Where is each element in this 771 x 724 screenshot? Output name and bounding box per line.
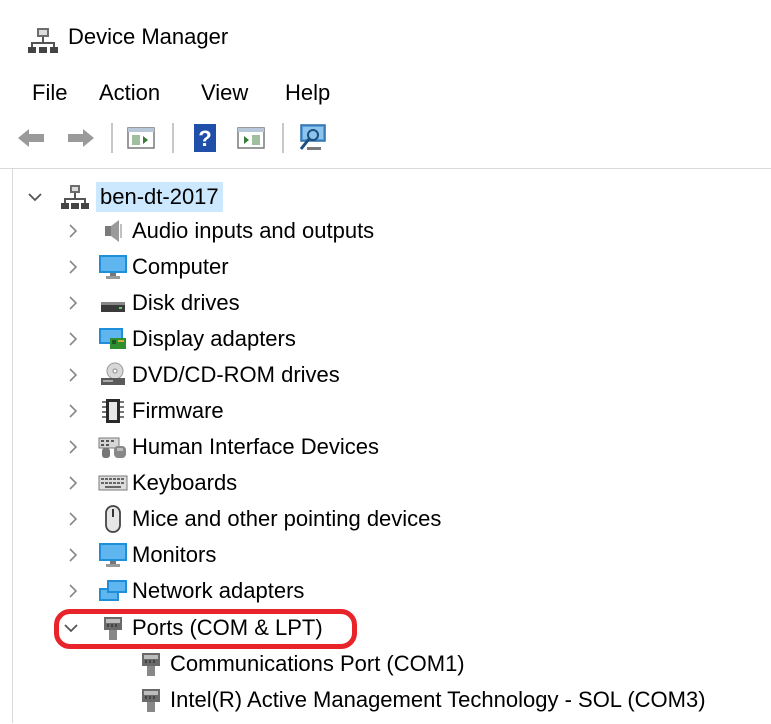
tree-item-com3[interactable]: Intel(R) Active Management Technology - …	[136, 683, 710, 717]
speaker-icon	[98, 217, 128, 245]
port-icon	[136, 650, 166, 678]
tree-item-display-adapters[interactable]: Display adapters	[62, 322, 300, 356]
highlight-annotation	[54, 609, 357, 649]
tree-root-label[interactable]: ben-dt-2017	[96, 182, 223, 212]
monitor-icon	[98, 253, 128, 281]
tree-item-label[interactable]: Intel(R) Active Management Technology - …	[166, 685, 710, 715]
disk-drive-icon	[98, 289, 128, 317]
chevron-right-icon[interactable]	[66, 368, 80, 382]
tree-item-keyboards[interactable]: Keyboards	[62, 466, 241, 500]
chevron-down-icon[interactable]	[28, 190, 42, 204]
show-hide-action-pane-icon[interactable]	[234, 121, 268, 155]
tree-item-audio[interactable]: Audio inputs and outputs	[62, 214, 378, 248]
toolbar-separator	[282, 123, 284, 153]
scan-hardware-changes-icon[interactable]	[296, 121, 330, 155]
chevron-right-icon[interactable]	[66, 260, 80, 274]
mouse-icon	[98, 505, 128, 533]
menu-help[interactable]: Help	[283, 78, 332, 108]
toolbar: ?	[0, 115, 771, 165]
tree-item-label[interactable]: Firmware	[128, 396, 228, 426]
tree-item-hid[interactable]: Human Interface Devices	[62, 430, 383, 464]
show-hide-console-tree-icon[interactable]	[124, 121, 158, 155]
help-icon[interactable]: ?	[188, 121, 222, 155]
toolbar-separator	[172, 123, 174, 153]
optical-drive-icon	[98, 361, 128, 389]
tree-item-label[interactable]: Human Interface Devices	[128, 432, 383, 462]
tree-item-dvd-drives[interactable]: DVD/CD-ROM drives	[62, 358, 344, 392]
computer-network-icon	[60, 183, 90, 211]
menu-view[interactable]: View	[199, 78, 250, 108]
tree-item-com1[interactable]: Communications Port (COM1)	[136, 647, 469, 681]
forward-arrow-icon[interactable]	[64, 121, 98, 155]
device-manager-icon	[28, 26, 58, 54]
chevron-right-icon[interactable]	[66, 476, 80, 490]
tree-item-label[interactable]: Keyboards	[128, 468, 241, 498]
tree-item-label[interactable]: Network adapters	[128, 576, 308, 606]
chip-icon	[98, 397, 128, 425]
tree-item-disk-drives[interactable]: Disk drives	[62, 286, 244, 320]
back-arrow-icon[interactable]	[14, 121, 48, 155]
toolbar-separator	[111, 123, 113, 153]
chevron-right-icon[interactable]	[66, 548, 80, 562]
hid-icon	[98, 433, 128, 461]
svg-text:?: ?	[198, 126, 211, 151]
tree-item-network-adapters[interactable]: Network adapters	[62, 574, 308, 608]
tree-item-computer[interactable]: Computer	[62, 250, 233, 284]
tree-item-label[interactable]: DVD/CD-ROM drives	[128, 360, 344, 390]
chevron-right-icon[interactable]	[66, 440, 80, 454]
pane-left-border	[12, 168, 13, 723]
tree-item-label[interactable]: Monitors	[128, 540, 220, 570]
tree-item-monitors[interactable]: Monitors	[62, 538, 220, 572]
menu-file[interactable]: File	[30, 78, 69, 108]
tree-item-label[interactable]: Audio inputs and outputs	[128, 216, 378, 246]
tree-item-label[interactable]: Communications Port (COM1)	[166, 649, 469, 679]
tree-root-row[interactable]: ben-dt-2017	[24, 180, 223, 214]
chevron-right-icon[interactable]	[66, 332, 80, 346]
chevron-right-icon[interactable]	[66, 224, 80, 238]
tree-item-firmware[interactable]: Firmware	[62, 394, 228, 428]
network-adapter-icon	[98, 577, 128, 605]
title-bar: Device Manager	[0, 0, 771, 76]
menu-action[interactable]: Action	[97, 78, 162, 108]
tree-item-label[interactable]: Display adapters	[128, 324, 300, 354]
chevron-right-icon[interactable]	[66, 512, 80, 526]
tree-item-label[interactable]: Disk drives	[128, 288, 244, 318]
tree-item-mice[interactable]: Mice and other pointing devices	[62, 502, 445, 536]
menu-bar: File Action View Help	[0, 76, 771, 112]
chevron-right-icon[interactable]	[66, 404, 80, 418]
port-icon	[136, 686, 166, 714]
chevron-right-icon[interactable]	[66, 584, 80, 598]
window-title: Device Manager	[68, 24, 229, 49]
tree-item-label[interactable]: Computer	[128, 252, 233, 282]
chevron-right-icon[interactable]	[66, 296, 80, 310]
display-adapter-icon	[98, 325, 128, 353]
tree-item-label[interactable]: Mice and other pointing devices	[128, 504, 445, 534]
keyboard-icon	[98, 469, 128, 497]
monitor-icon	[98, 541, 128, 569]
